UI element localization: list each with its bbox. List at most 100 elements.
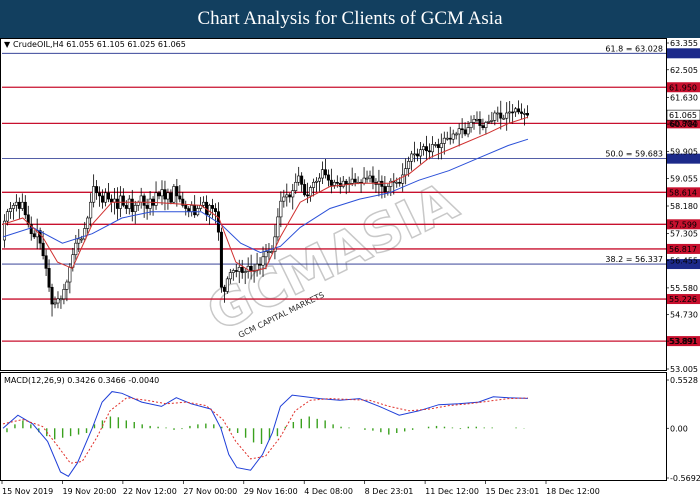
candle-body: [285, 194, 289, 198]
price-axis-label: 62.505: [670, 66, 698, 75]
candle-body: [493, 112, 497, 121]
price-chart[interactable]: GCMASIA GCM CAPITAL MARKETS 61.95060.804…: [0, 38, 700, 500]
fibonacci-level-label: 61.8 = 63.028: [605, 44, 663, 53]
candle-body: [410, 153, 414, 162]
candle-body: [312, 181, 316, 188]
candle-body: [490, 120, 494, 122]
candle-body: [160, 189, 164, 197]
candle-body: [421, 146, 425, 151]
candle-body: [315, 180, 319, 183]
candle-body: [505, 112, 509, 119]
time-axis-label: 15 Dec 23:01: [486, 487, 540, 496]
candle-body: [20, 201, 24, 209]
candle-body: [225, 278, 229, 292]
candle-body: [228, 272, 232, 280]
candle-body: [249, 265, 253, 271]
price-axis-label: 61.630: [670, 93, 698, 102]
candle-body: [104, 192, 108, 203]
dropdown-triangle-icon[interactable]: ▼: [4, 40, 11, 49]
candle-body: [306, 194, 310, 197]
price-axis-label: 54.730: [670, 311, 698, 320]
candle-body: [424, 146, 428, 152]
candle-body: [484, 122, 488, 128]
candle-body: [416, 153, 420, 157]
candle-body: [172, 186, 176, 203]
time-axis-label: 22 Nov 12:00: [123, 487, 177, 496]
candle-body: [8, 208, 12, 212]
macd-axis-label: 0.5528: [670, 376, 698, 385]
candle-body: [445, 137, 449, 140]
price-axis-label: 60.780: [670, 120, 698, 129]
candle-body: [23, 201, 27, 216]
candle-body: [496, 112, 500, 115]
candle-body: [427, 150, 431, 153]
candle-body: [297, 175, 301, 183]
candle-body: [202, 201, 206, 206]
candle-body: [124, 205, 128, 209]
level-price-tag-text: 57.599: [669, 220, 697, 229]
candle-body: [508, 111, 512, 114]
candle-body: [499, 112, 503, 119]
candle-body: [404, 168, 408, 176]
price-axis-label: 59.905: [670, 148, 698, 157]
candle-body: [320, 169, 324, 179]
candle-body: [219, 231, 223, 288]
candle-body: [294, 181, 298, 191]
candle-body: [17, 201, 21, 209]
candle-body: [77, 238, 81, 244]
chart-banner-title: Chart Analysis for Clients of GCM Asia: [0, 0, 700, 38]
time-axis-label: 11 Dec 12:00: [425, 487, 479, 496]
candle-body: [303, 184, 307, 196]
time-axis-label: 15 Nov 2019: [2, 487, 53, 496]
fibonacci-level-label: 38.2 = 56.337: [605, 255, 663, 264]
candle-body: [514, 108, 518, 113]
candle-body: [50, 286, 54, 305]
candle-body: [282, 196, 286, 202]
candle-body: [526, 113, 530, 116]
candle-body: [398, 181, 402, 184]
candle-body: [62, 289, 66, 300]
candle-body: [175, 186, 179, 197]
candle-body: [157, 192, 161, 197]
current-price-tag-text: 61.065: [669, 111, 697, 120]
candle-body: [520, 111, 524, 114]
candle-body: [68, 267, 72, 283]
candle-body: [419, 149, 423, 157]
candle-body: [38, 230, 42, 244]
candle-body: [142, 195, 146, 206]
price-axis-label: 55.580: [670, 284, 698, 293]
level-price-tag-text: 55.226: [669, 295, 697, 304]
time-axis-label: 29 Nov 16:00: [244, 487, 298, 496]
candle-body: [291, 190, 295, 198]
candle-body: [243, 271, 247, 273]
macd-axis-label: 0.00: [670, 424, 688, 433]
candle-body: [442, 137, 446, 144]
candle-body: [335, 181, 339, 184]
candle-body: [193, 205, 197, 216]
candle-body: [463, 129, 467, 135]
candle-body: [276, 216, 280, 238]
macd-axis-label: -0.5692: [670, 474, 700, 483]
candle-body: [475, 118, 479, 121]
candle-body: [208, 205, 212, 216]
candle-body: [213, 208, 217, 212]
candle-body: [56, 298, 60, 304]
candle-body: [487, 121, 491, 123]
instrument-label: CrudeOIL,H4 61.055 61.105 61.025 61.065: [13, 40, 186, 49]
candle-body: [95, 186, 99, 194]
candle-body: [288, 194, 292, 198]
candle-body: [523, 113, 527, 115]
candle-body: [234, 270, 238, 272]
candle-body: [344, 180, 348, 185]
candle-body: [184, 205, 188, 209]
candle-body: [365, 177, 369, 180]
candle-body: [240, 267, 244, 273]
candle-body: [41, 242, 45, 257]
candle-body: [309, 187, 313, 197]
candle-body: [178, 195, 182, 200]
candle-body: [332, 181, 336, 186]
candle-body: [436, 144, 440, 148]
fibonacci-level-label: 50.0 = 59.683: [605, 150, 663, 159]
price-axis-label: 58.180: [670, 202, 698, 211]
fibonacci-price-tag: [667, 48, 700, 59]
